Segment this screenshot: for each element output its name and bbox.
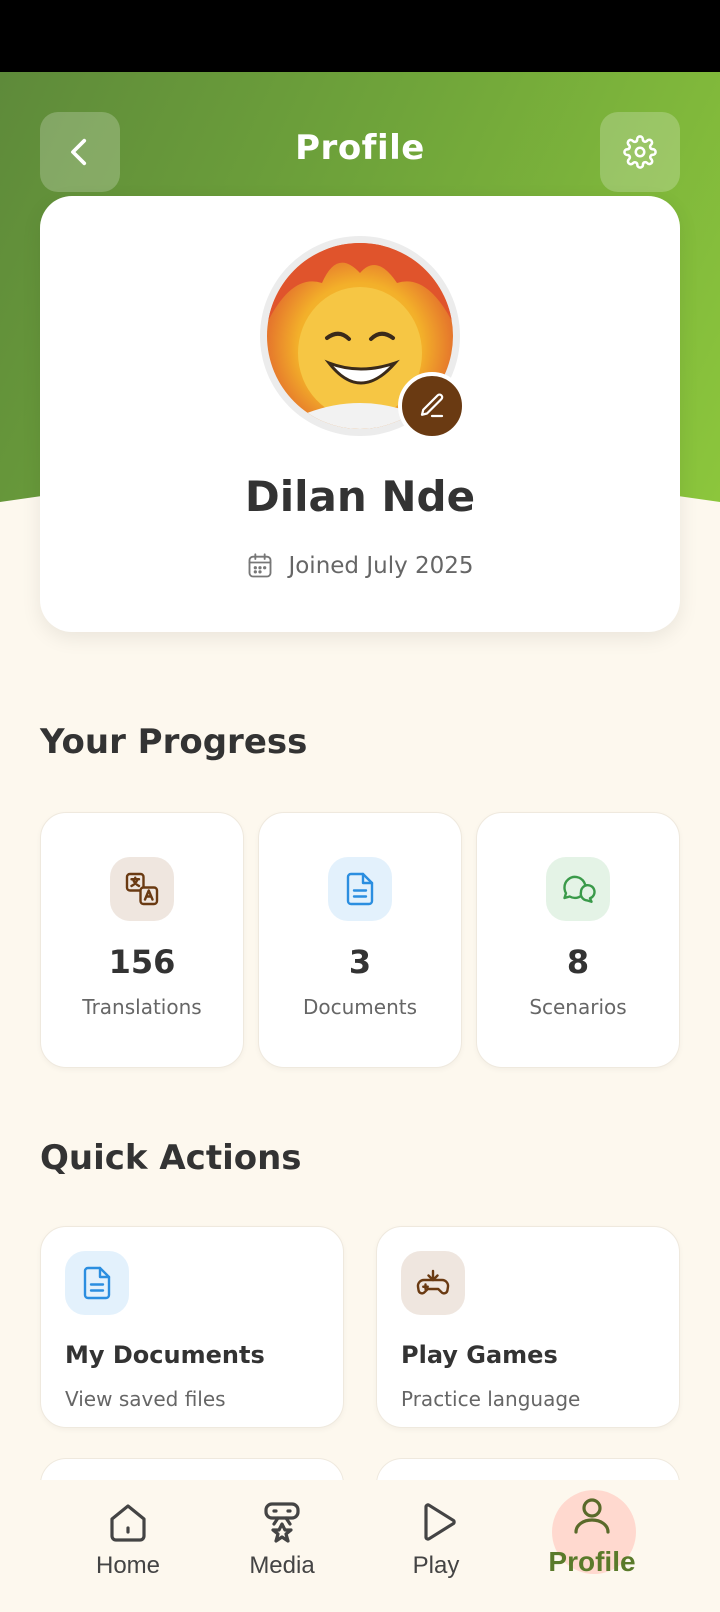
stat-value: 3 — [348, 943, 372, 981]
gamepad-icon — [416, 1269, 450, 1295]
media-icon — [264, 1502, 300, 1543]
stat-label: Scenarios — [529, 995, 627, 1019]
joined-text: Joined July 2025 — [288, 553, 474, 579]
stat-value: 156 — [108, 943, 176, 981]
user-icon — [574, 1498, 610, 1534]
play-games-card[interactable]: Play Games Practice language — [376, 1226, 680, 1428]
calendar-icon — [249, 553, 272, 578]
stat-card-translations[interactable]: 156 Translations — [40, 812, 244, 1068]
nav-item-profile[interactable]: Profile — [522, 1484, 662, 1594]
pencil-icon — [420, 393, 444, 418]
nav-label: Home — [95, 1552, 161, 1579]
my-documents-card[interactable]: My Documents View saved files — [40, 1226, 344, 1428]
chat-bubbles-icon — [563, 875, 596, 903]
home-icon — [110, 1504, 146, 1542]
qa-icon-box — [401, 1251, 465, 1315]
edit-avatar-button[interactable] — [398, 372, 466, 440]
gear-icon — [623, 135, 657, 169]
qa-icon-box — [65, 1251, 129, 1315]
stat-label: Documents — [302, 995, 418, 1019]
stat-icon-box — [110, 857, 174, 921]
quick-actions-section-title: Quick Actions — [40, 1138, 302, 1178]
stat-value: 8 — [566, 943, 590, 981]
stat-icon-box — [546, 857, 610, 921]
document-icon — [346, 872, 374, 906]
user-name: Dilan Nde — [244, 472, 476, 521]
qa-title: Play Games — [401, 1341, 558, 1369]
profile-card: Dilan Nde Joined July 2025 — [40, 196, 680, 632]
qa-title: My Documents — [65, 1341, 265, 1369]
translate-icon — [125, 872, 159, 906]
document-icon — [83, 1266, 111, 1300]
nav-item-play[interactable]: Play — [366, 1490, 506, 1600]
nav-item-media[interactable]: Media — [212, 1490, 352, 1600]
nav-label: Profile — [548, 1546, 636, 1577]
nav-label: Play — [412, 1552, 460, 1579]
qa-subtitle: View saved files — [65, 1387, 226, 1411]
qa-subtitle: Practice language — [401, 1387, 581, 1411]
stat-card-scenarios[interactable]: 8 Scenarios — [476, 812, 680, 1068]
play-icon — [424, 1503, 456, 1541]
progress-section-title: Your Progress — [40, 722, 308, 762]
joined-date: Joined July 2025 — [40, 552, 680, 580]
status-bar — [0, 0, 720, 72]
stat-card-documents[interactable]: 3 Documents — [258, 812, 462, 1068]
stat-label: Translations — [82, 995, 202, 1019]
nav-label: Media — [249, 1552, 315, 1579]
nav-item-home[interactable]: Home — [58, 1490, 198, 1600]
stat-icon-box — [328, 857, 392, 921]
settings-button[interactable] — [600, 112, 680, 192]
